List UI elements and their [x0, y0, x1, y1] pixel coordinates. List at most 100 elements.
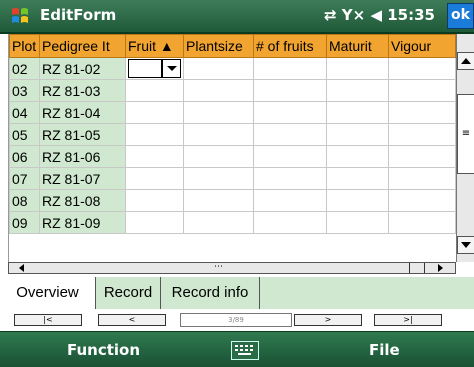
fruit-cell[interactable] — [125, 123, 184, 146]
pedigree-cell: RZ 81-03 — [39, 79, 126, 102]
vigour-cell[interactable] — [388, 79, 456, 102]
maturity-cell[interactable] — [326, 145, 389, 168]
hscroll-thumb[interactable] — [409, 263, 425, 273]
previous-record-button[interactable]: < — [98, 314, 166, 326]
maturity-cell[interactable] — [326, 211, 389, 234]
horizontal-scrollbar[interactable]: ⋯ — [8, 262, 456, 274]
plot-cell: 09 — [9, 211, 40, 234]
column-header-fruits[interactable]: # of fruits — [253, 34, 327, 58]
maturity-cell[interactable] — [326, 79, 389, 102]
pedigree-cell: RZ 81-06 — [39, 145, 126, 168]
fruits-count-cell[interactable] — [253, 57, 327, 80]
tab-overview[interactable]: Overview — [0, 277, 96, 309]
vigour-cell[interactable] — [388, 211, 456, 234]
table-row[interactable]: 09 RZ 81-09 — [9, 211, 456, 234]
arrow-down-icon — [461, 242, 471, 248]
next-record-button[interactable]: > — [294, 314, 362, 326]
column-header-plantsize[interactable]: Plantsize — [183, 34, 254, 58]
column-header-fruit[interactable]: Fruit ▲ — [125, 34, 184, 58]
hscroll-grip-icon[interactable]: ⋯ — [214, 262, 223, 272]
function-menu[interactable]: Function — [67, 341, 140, 359]
plantsize-cell[interactable] — [183, 167, 254, 190]
fruits-count-cell[interactable] — [253, 145, 327, 168]
fruit-cell[interactable] — [125, 211, 184, 234]
fruits-count-cell[interactable] — [253, 79, 327, 102]
pedigree-cell: RZ 81-09 — [39, 211, 126, 234]
plot-cell: 08 — [9, 189, 40, 212]
vertical-scrollbar[interactable]: ≡ — [456, 34, 474, 262]
plot-cell: 07 — [9, 167, 40, 190]
column-header-vigour[interactable]: Vigour — [388, 34, 456, 58]
tab-record-info[interactable]: Record info — [161, 277, 260, 309]
fruits-count-cell[interactable] — [253, 101, 327, 124]
table-row[interactable]: 03 RZ 81-03 — [9, 79, 456, 102]
fruit-cell[interactable] — [125, 57, 184, 80]
tab-record[interactable]: Record — [96, 277, 161, 309]
table-row[interactable]: 05 RZ 81-05 — [9, 123, 456, 146]
maturity-cell[interactable] — [326, 57, 389, 80]
fruit-cell[interactable] — [125, 79, 184, 102]
fruit-cell[interactable] — [125, 101, 184, 124]
scroll-down-button[interactable] — [457, 236, 474, 254]
data-grid: Plot Pedigree It Fruit ▲ Plantsize # of … — [8, 34, 457, 262]
first-record-button[interactable]: |< — [14, 314, 82, 326]
menu-bar: Function File — [0, 331, 474, 367]
plantsize-cell[interactable] — [183, 57, 254, 80]
plot-cell: 05 — [9, 123, 40, 146]
file-menu[interactable]: File — [369, 341, 400, 359]
pedigree-cell: RZ 81-07 — [39, 167, 126, 190]
scroll-thumb[interactable]: ≡ — [457, 94, 474, 174]
column-header-maturity[interactable]: Maturit — [326, 34, 389, 58]
plantsize-cell[interactable] — [183, 189, 254, 212]
arrow-right-icon[interactable] — [435, 264, 445, 272]
plantsize-cell[interactable] — [183, 123, 254, 146]
fruit-cell[interactable] — [125, 167, 184, 190]
table-row[interactable]: 04 RZ 81-04 — [9, 101, 456, 124]
fruit-edit-field[interactable] — [128, 59, 162, 78]
vigour-cell[interactable] — [388, 189, 456, 212]
window-title: EditForm — [40, 6, 117, 24]
maturity-cell[interactable] — [326, 189, 389, 212]
ok-button[interactable]: ok — [447, 3, 474, 29]
scroll-up-button[interactable] — [457, 52, 474, 70]
table-row[interactable]: 08 RZ 81-08 — [9, 189, 456, 212]
pedigree-cell: RZ 81-05 — [39, 123, 126, 146]
column-header-plot[interactable]: Plot — [9, 34, 40, 58]
windows-start-icon[interactable] — [10, 6, 30, 26]
maturity-cell[interactable] — [326, 123, 389, 146]
grid-header-row: Plot Pedigree It Fruit ▲ Plantsize # of … — [9, 34, 456, 58]
plantsize-cell[interactable] — [183, 79, 254, 102]
fruit-cell[interactable] — [125, 145, 184, 168]
status-icons: ⇄ Y× ◀ 15:35 — [324, 6, 435, 24]
record-navigator: |< < 3/89 > >| — [0, 309, 474, 331]
plantsize-cell[interactable] — [183, 101, 254, 124]
fruits-count-cell[interactable] — [253, 211, 327, 234]
table-row[interactable]: 02 RZ 81-02 — [9, 57, 456, 80]
arrow-left-icon[interactable] — [17, 264, 27, 272]
maturity-cell[interactable] — [326, 101, 389, 124]
pedigree-cell: RZ 81-04 — [39, 101, 126, 124]
fruits-count-cell[interactable] — [253, 167, 327, 190]
vigour-cell[interactable] — [388, 167, 456, 190]
plantsize-cell[interactable] — [183, 211, 254, 234]
fruits-count-cell[interactable] — [253, 189, 327, 212]
last-record-button[interactable]: >| — [374, 314, 442, 326]
keyboard-icon[interactable] — [231, 341, 259, 360]
title-bar: EditForm ⇄ Y× ◀ 15:35 ok — [0, 0, 474, 34]
fruits-count-cell[interactable] — [253, 123, 327, 146]
vigour-cell[interactable] — [388, 57, 456, 80]
column-header-pedigree[interactable]: Pedigree It — [39, 34, 126, 58]
fruit-dropdown-button[interactable] — [162, 59, 181, 78]
plantsize-cell[interactable] — [183, 145, 254, 168]
arrow-up-icon — [461, 58, 471, 64]
maturity-cell[interactable] — [326, 167, 389, 190]
table-row[interactable]: 06 RZ 81-06 — [9, 145, 456, 168]
vigour-cell[interactable] — [388, 123, 456, 146]
fruit-cell[interactable] — [125, 189, 184, 212]
pedigree-cell: RZ 81-08 — [39, 189, 126, 212]
vigour-cell[interactable] — [388, 145, 456, 168]
vigour-cell[interactable] — [388, 101, 456, 124]
table-row[interactable]: 07 RZ 81-07 — [9, 167, 456, 190]
pedigree-cell: RZ 81-02 — [39, 57, 126, 80]
tab-bar: Overview Record Record info — [0, 277, 474, 310]
